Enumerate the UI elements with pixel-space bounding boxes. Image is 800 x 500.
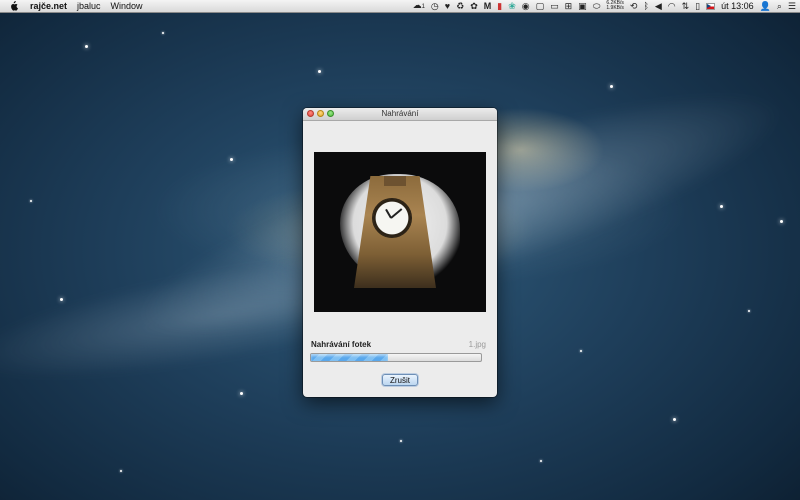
window-titlebar[interactable]: Nahrávání — [303, 108, 497, 121]
cloud-badge: 1 — [421, 4, 425, 10]
gmail-icon[interactable]: M — [484, 0, 492, 12]
user-icon[interactable]: 👤 — [760, 0, 771, 12]
star — [580, 350, 582, 352]
star — [318, 70, 321, 73]
star — [60, 298, 63, 301]
photo-clock-face — [372, 198, 412, 238]
star — [540, 460, 542, 462]
photo-preview — [314, 152, 486, 312]
star — [780, 220, 783, 223]
cloud-icon[interactable]: ☁1 — [413, 0, 425, 13]
star — [85, 45, 88, 48]
star — [240, 392, 243, 395]
upload-window: Nahrávání Nahrávání fotek 1.jpg Zrušit — [303, 108, 497, 397]
clock-minute-hand — [390, 208, 403, 219]
star — [230, 158, 233, 161]
apple-menu-icon[interactable] — [8, 1, 18, 11]
window-title: Nahrávání — [381, 109, 419, 118]
menu-jbaluc[interactable]: jbaluc — [77, 0, 101, 12]
zoom-button[interactable] — [327, 110, 334, 117]
upload-status-label: Nahrávání fotek — [311, 340, 372, 349]
star — [610, 85, 613, 88]
menu-window[interactable]: Window — [111, 0, 143, 12]
network-speed[interactable]: 6.2KB/s 1.9KB/s — [606, 1, 624, 11]
battery-icon[interactable]: ▯ — [695, 0, 700, 12]
net-download: 1.9KB/s — [606, 5, 624, 11]
upload-progress-bar — [310, 353, 482, 362]
square-icon[interactable]: ▢ — [536, 0, 545, 12]
battery-stack-icon[interactable]: ▮ — [497, 0, 502, 12]
upload-progress-fill — [311, 354, 388, 361]
volume-icon[interactable]: ◀ — [655, 0, 662, 12]
cancel-button[interactable]: Zrušit — [382, 374, 418, 386]
menu-app-name[interactable]: rajče.net — [30, 0, 67, 12]
paw-icon[interactable]: ✿ — [470, 0, 478, 12]
target-icon[interactable]: ◉ — [522, 0, 530, 12]
time-machine-icon[interactable]: ⟲ — [630, 0, 638, 12]
menu-clock[interactable]: út 13:06 — [721, 1, 754, 11]
star — [400, 440, 402, 442]
star — [720, 205, 723, 208]
oval-icon[interactable]: ⬭ — [593, 0, 601, 12]
bluetooth-icon[interactable]: ᛒ — [643, 0, 648, 12]
menu-extras: ☁1 ◷ ♥ ♻ ✿ M ▮ ❀ ◉ ▢ ▭ ⊞ ▣ ⬭ 6.2KB/s 1.9… — [413, 0, 796, 12]
menu-bar: rajče.net jbaluc Window ☁1 ◷ ♥ ♻ ✿ M ▮ ❀… — [0, 0, 800, 13]
notification-list-icon[interactable]: ☰ — [788, 0, 796, 12]
photo-spire — [384, 176, 406, 186]
star — [162, 32, 164, 34]
search-icon[interactable]: ⌕ — [777, 0, 782, 12]
star — [30, 200, 32, 202]
recycle-icon[interactable]: ♻ — [456, 0, 464, 12]
wifi-icon[interactable]: ◠ — [668, 0, 676, 12]
star — [120, 470, 122, 472]
heart-icon[interactable]: ♥ — [445, 0, 450, 12]
display-icon[interactable]: ▣ — [578, 0, 587, 12]
minimize-button[interactable] — [317, 110, 324, 117]
czech-flag-icon[interactable] — [706, 2, 716, 10]
monitor-icon[interactable]: ▭ — [550, 0, 559, 12]
sync-icon[interactable]: ⇅ — [682, 0, 690, 12]
close-button[interactable] — [307, 110, 314, 117]
spiral-icon[interactable]: ❀ — [508, 0, 516, 12]
current-file-name: 1.jpg — [468, 340, 486, 349]
clock-icon[interactable]: ◷ — [431, 0, 439, 12]
star — [673, 418, 676, 421]
gamepad-icon[interactable]: ⊞ — [565, 0, 573, 12]
star — [748, 310, 750, 312]
